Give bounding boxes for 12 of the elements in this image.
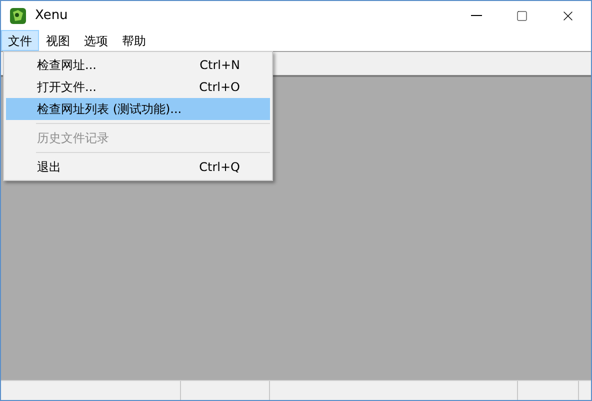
app-logo-icon [9, 6, 27, 24]
minimize-icon [470, 15, 482, 16]
menu-item[interactable]: 文件 [1, 30, 39, 51]
maximize-icon [516, 10, 528, 22]
menu-item[interactable]: 选项 [77, 30, 115, 51]
menu-item[interactable]: 视图 [39, 30, 77, 51]
dropdown-item[interactable]: 退出 Ctrl+Q [6, 156, 270, 178]
dropdown-item[interactable]: 检查网址列表 (测试功能)... [6, 98, 270, 120]
menu-item[interactable]: 帮助 [115, 30, 153, 51]
dropdown-item[interactable]: 打开文件... Ctrl+O [6, 76, 270, 98]
dropdown-item[interactable]: 检查网址... Ctrl+N [6, 54, 270, 76]
window-title: Xenu [35, 6, 68, 25]
